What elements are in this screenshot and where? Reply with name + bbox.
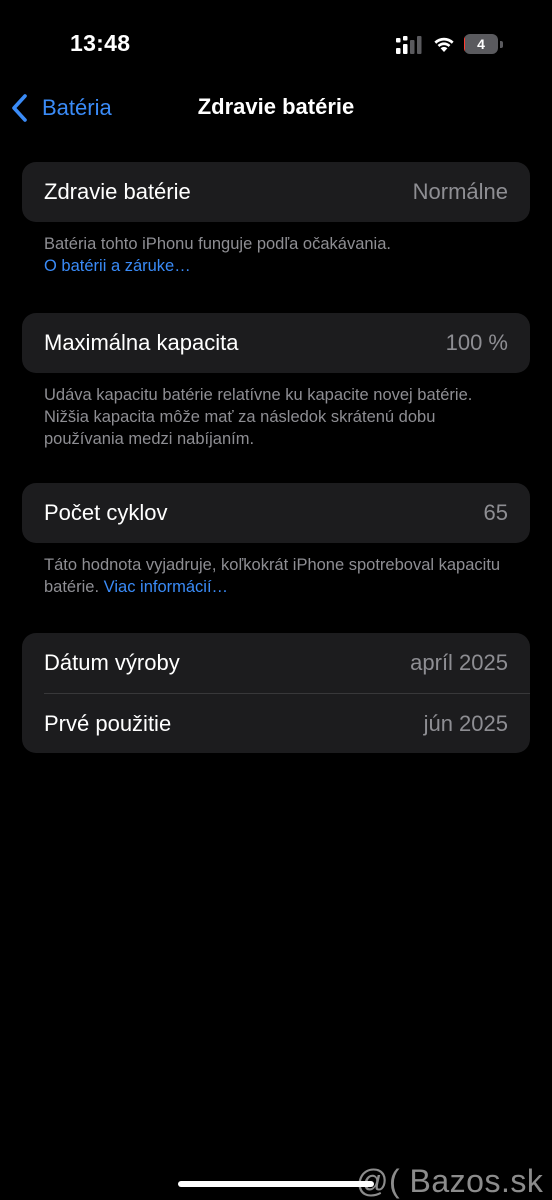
wifi-icon [434, 37, 454, 52]
cycle-count-value: 65 [483, 500, 508, 525]
battery-body: 4 [464, 34, 498, 54]
battery-health-footnote-text: Batéria tohto iPhonu funguje podľa očaká… [44, 235, 391, 253]
manufacture-date-value: apríl 2025 [410, 650, 508, 675]
more-info-link[interactable]: Viac informácií… [104, 578, 228, 596]
watermark: @( Bazos.sk [356, 1163, 544, 1199]
battery-health-card: Zdravie batérie Normálne [22, 162, 530, 222]
navigation-bar: Batéria Zdravie batérie [0, 80, 552, 136]
battery-icon: 4 [464, 34, 504, 56]
maximum-capacity-value: 100 % [445, 330, 508, 355]
first-use-row: Prvé použitie jún 2025 [22, 694, 530, 753]
cycle-count-footnote: Táto hodnota vyjadruje, koľkokrát iPhone… [44, 554, 514, 598]
page-title: Zdravie batérie [197, 94, 355, 119]
status-time: 13:48 [70, 30, 131, 56]
cycle-count-label: Počet cyklov [44, 500, 168, 525]
maximum-capacity-label: Maximálna kapacita [44, 330, 239, 355]
battery-health-footnote: Batéria tohto iPhonu funguje podľa očaká… [44, 233, 514, 277]
battery-health-label: Zdravie batérie [44, 179, 191, 204]
maximum-capacity-footnote: Udáva kapacitu batérie relatívne ku kapa… [44, 386, 473, 448]
cycle-count-row: Počet cyklov 65 [22, 483, 530, 543]
manufacture-date-row: Dátum výroby apríl 2025 [22, 633, 530, 693]
manufacture-date-label: Dátum výroby [44, 650, 180, 675]
cellular-signal-icon [396, 36, 422, 54]
first-use-label: Prvé použitie [44, 710, 172, 736]
maximum-capacity-row: Maximálna kapacita 100 % [22, 313, 530, 373]
battery-health-row: Zdravie batérie Normálne [22, 162, 530, 222]
home-indicator[interactable] [178, 1181, 374, 1187]
dates-card: Dátum výroby apríl 2025 Prvé použitie jú… [22, 633, 530, 753]
battery-cap [500, 41, 503, 48]
battery-health-value: Normálne [412, 179, 508, 204]
maximum-capacity-card: Maximálna kapacita 100 % [22, 313, 530, 373]
cycle-count-card: Počet cyklov 65 [22, 483, 530, 543]
status-bar: 13:48 4 [0, 0, 552, 90]
first-use-value: jún 2025 [423, 710, 508, 736]
battery-level: 4 [477, 36, 485, 52]
battery-warranty-link[interactable]: O batérii a záruke… [44, 255, 514, 277]
